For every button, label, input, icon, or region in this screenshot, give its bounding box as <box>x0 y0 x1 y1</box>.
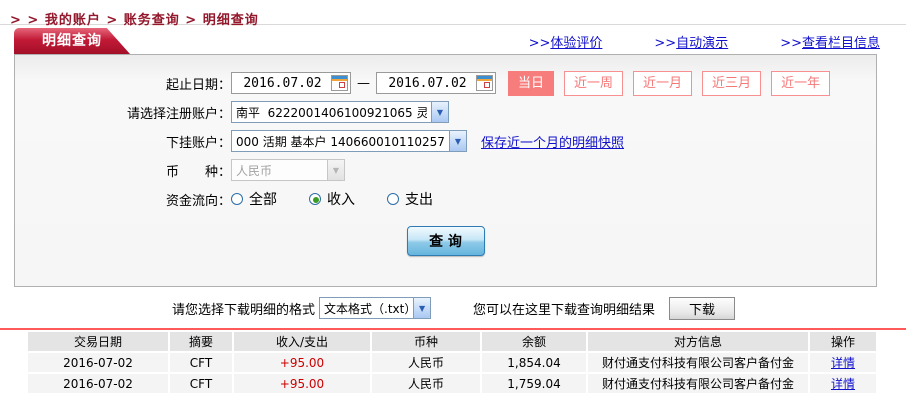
quick-range-month-button[interactable]: 近一月 <box>633 70 693 96</box>
radio-all[interactable] <box>231 193 243 205</box>
quick-range-3month-button[interactable]: 近三月 <box>702 70 762 96</box>
cell-amount: +95.00 <box>234 353 370 372</box>
currency-select: 人民币 ▼ <box>231 159 345 181</box>
tab-detail-query[interactable]: 明细查询 <box>14 28 130 54</box>
currency-value: 人民币 <box>236 163 273 178</box>
tab-bar: 明细查询 >>体验评价 >>自动演示 >>查看栏目信息 <box>0 28 906 54</box>
end-date-value: 2016.07.02 <box>388 75 467 91</box>
currency-row: 币 种： 人民币 ▼ <box>15 158 876 182</box>
radio-group-all: 全部 <box>231 189 277 209</box>
radio-income-label[interactable]: 收入 <box>327 189 355 209</box>
register-account-value: 南平 6222001406100921065 灵通卡 <box>236 105 427 120</box>
date-range-row: 起止日期： 2016.07.02 — 2016.07.02 当日 近一周 近一月… <box>15 70 876 96</box>
flow-direction-label: 资金流向： <box>165 193 231 209</box>
col-header-balance: 余额 <box>482 332 586 351</box>
link-auto-demo[interactable]: >>自动演示 <box>654 32 728 51</box>
table-header-row: 交易日期 摘要 收入/支出 币种 余额 对方信息 操作 <box>28 332 876 351</box>
cell-amount: +95.00 <box>234 374 370 393</box>
radio-expense-label[interactable]: 支出 <box>405 189 433 209</box>
download-button[interactable]: 下载 <box>669 296 736 320</box>
chevron-down-icon[interactable]: ▼ <box>431 102 448 122</box>
sub-account-label: 下挂账户： <box>165 135 231 151</box>
save-snapshot-link[interactable]: 保存近一个月的明细快照 <box>481 132 624 151</box>
cell-balance: 1,854.04 <box>482 353 586 372</box>
radio-group-expense: 支出 <box>387 189 433 209</box>
flow-direction-row: 资金流向： 全部 收入 支出 <box>15 187 876 211</box>
cell-counterparty: 财付通支付科技有限公司客户备付金 <box>588 374 808 393</box>
col-header-action: 操作 <box>810 332 876 351</box>
register-account-select[interactable]: 南平 6222001406100921065 灵通卡 ▼ <box>231 101 449 123</box>
cell-action: 详情 <box>810 374 876 393</box>
table-row: 2016-07-02 CFT +95.00 人民币 1,759.04 财付通支付… <box>28 374 876 393</box>
end-date-input[interactable]: 2016.07.02 <box>376 72 496 94</box>
transactions-table: 交易日期 摘要 收入/支出 币种 余额 对方信息 操作 2016-07-02 C… <box>26 330 878 395</box>
query-form-panel: 起止日期： 2016.07.02 — 2016.07.02 当日 近一周 近一月… <box>14 54 877 287</box>
cell-date: 2016-07-02 <box>28 353 168 372</box>
double-arrow-icon: >> <box>528 35 551 51</box>
cell-counterparty: 财付通支付科技有限公司客户备付金 <box>588 353 808 372</box>
cell-summary: CFT <box>170 374 232 393</box>
col-header-summary: 摘要 <box>170 332 232 351</box>
radio-income[interactable] <box>309 193 321 205</box>
table-row: 2016-07-02 CFT +95.00 人民币 1,854.04 财付通支付… <box>28 353 876 372</box>
radio-group-income: 收入 <box>309 189 355 209</box>
query-button-wrap: 查 询 <box>15 226 876 256</box>
double-arrow-icon: >> <box>780 35 802 51</box>
calendar-icon[interactable] <box>331 75 348 91</box>
download-format-select[interactable]: 文本格式（.txt） ▼ <box>319 297 432 319</box>
radio-all-label[interactable]: 全部 <box>249 189 277 209</box>
link-experience-rating[interactable]: >>体验评价 <box>529 32 603 51</box>
date-separator: — <box>357 75 370 91</box>
quick-range-year-button[interactable]: 近一年 <box>771 70 831 96</box>
cell-currency: 人民币 <box>372 374 480 393</box>
chevron-down-icon[interactable]: ▼ <box>449 131 466 151</box>
download-row: 请您选择下载明细的格式 文本格式（.txt） ▼ 您可以在这里下载查询明细结果 … <box>172 296 906 320</box>
breadcrumb: > > 我的账户 > 账务查询 > 明细查询 <box>10 13 259 28</box>
start-date-value: 2016.07.02 <box>243 75 322 91</box>
sub-account-row: 下挂账户： 000 活期 基本户 1406600101102571848 ▼ 保… <box>15 129 876 153</box>
chevron-down-icon[interactable]: ▼ <box>413 298 431 318</box>
sub-account-value: 000 活期 基本户 1406600101102571848 <box>236 134 445 149</box>
cell-summary: CFT <box>170 353 232 372</box>
quick-range-today-button[interactable]: 当日 <box>508 70 555 96</box>
register-account-row: 请选择注册账户： 南平 6222001406100921065 灵通卡 ▼ <box>15 100 876 124</box>
double-arrow-icon: >> <box>654 35 677 51</box>
cell-currency: 人民币 <box>372 353 480 372</box>
chevron-down-icon: ▼ <box>327 160 344 180</box>
cell-balance: 1,759.04 <box>482 374 586 393</box>
quick-range-week-button[interactable]: 近一周 <box>564 70 624 96</box>
top-links: >>体验评价 >>自动演示 >>查看栏目信息 <box>529 32 880 51</box>
cell-date: 2016-07-02 <box>28 374 168 393</box>
download-format-value: 文本格式（.txt） <box>324 301 410 316</box>
download-hint: 您可以在这里下载查询明细结果 <box>473 302 656 318</box>
cell-action: 详情 <box>810 353 876 372</box>
link-view-column-info[interactable]: >>查看栏目信息 <box>780 32 880 51</box>
col-header-counterparty: 对方信息 <box>588 332 808 351</box>
col-header-amount: 收入/支出 <box>234 332 370 351</box>
col-header-currency: 币种 <box>372 332 480 351</box>
detail-link[interactable]: 详情 <box>831 377 855 391</box>
col-header-date: 交易日期 <box>28 332 168 351</box>
register-account-label: 请选择注册账户： <box>126 106 231 122</box>
query-button[interactable]: 查 询 <box>406 226 485 256</box>
radio-expense[interactable] <box>387 193 399 205</box>
detail-query-page: { "colors": { "accent_red": "#c21a37", "… <box>0 0 906 415</box>
calendar-icon[interactable] <box>476 75 493 91</box>
download-format-label: 请您选择下载明细的格式 <box>172 302 316 318</box>
start-date-input[interactable]: 2016.07.02 <box>231 72 351 94</box>
currency-label: 币 种： <box>165 164 231 180</box>
sub-account-select[interactable]: 000 活期 基本户 1406600101102571848 ▼ <box>231 130 467 152</box>
detail-link[interactable]: 详情 <box>831 356 855 370</box>
date-range-label: 起止日期： <box>165 77 231 93</box>
